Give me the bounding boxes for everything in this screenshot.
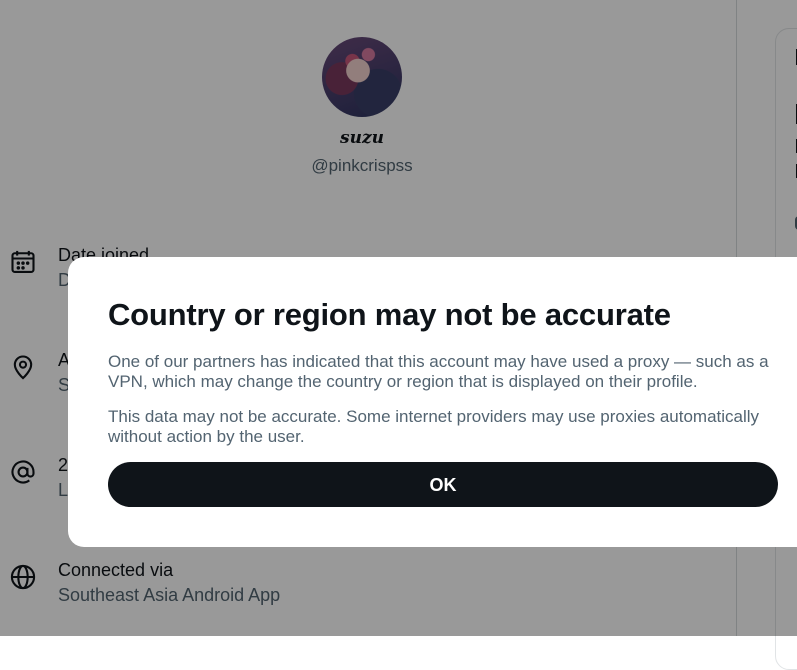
proxy-warning-dialog: Country or region may not be accurate On… — [68, 257, 797, 547]
dialog-title: Country or region may not be accurate — [108, 297, 671, 332]
dialog-paragraph-proxy: One of our partners has indicated that t… — [108, 352, 769, 391]
dialog-paragraph-accuracy: This data may not be accurate. Some inte… — [108, 407, 760, 446]
ok-button[interactable]: OK — [108, 462, 778, 507]
